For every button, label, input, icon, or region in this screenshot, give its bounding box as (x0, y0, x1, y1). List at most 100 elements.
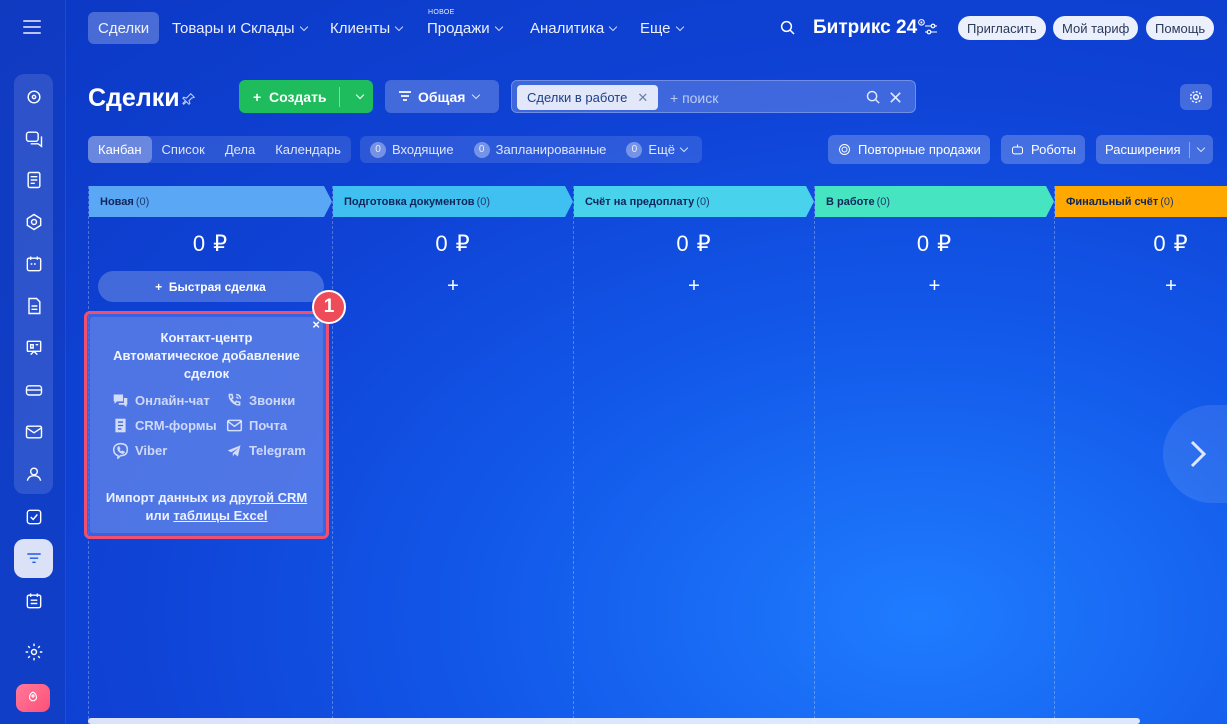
chat-bubble-icon (113, 394, 128, 408)
search-placeholder[interactable]: + поиск (670, 90, 718, 106)
add-deal-button[interactable]: + (333, 275, 573, 298)
tab-activities[interactable]: Дела (215, 136, 265, 163)
contact-center-promo-card: × Контакт-центр Автоматическое добавлени… (84, 311, 329, 539)
brand-logo[interactable]: Битрикс 24⊙ (813, 17, 926, 39)
form-icon (115, 418, 126, 433)
promo-title-line: Автоматическое добавление (113, 348, 300, 363)
counter-more[interactable]: 0 Ещё (626, 141, 689, 158)
create-button[interactable]: + Создать (239, 80, 373, 113)
source-viber[interactable]: Viber (112, 442, 167, 459)
add-deal-button[interactable]: + (815, 275, 1054, 298)
view-tabs: Канбан Список Дела Календарь (88, 136, 351, 163)
nav-analytics[interactable]: Аналитика (520, 12, 626, 44)
other-crm-link[interactable]: другой CRM (230, 490, 308, 505)
pin-icon[interactable] (182, 92, 196, 106)
extensions-button[interactable]: Расширения (1096, 135, 1213, 164)
counter-incoming[interactable]: 0 Входящие (370, 141, 454, 158)
sidebar-item-collab-icon[interactable] (14, 202, 53, 241)
rocket-icon[interactable] (16, 684, 50, 712)
counter-label: Ещё (648, 142, 676, 157)
invite-button[interactable]: Пригласить (958, 16, 1046, 40)
sidebar-item-mail-icon[interactable] (14, 412, 53, 451)
nav-clients[interactable]: Клиенты (320, 12, 412, 44)
nav-sales[interactable]: Продажи (417, 12, 512, 44)
stage-count: (0) (135, 195, 150, 208)
add-deal-button[interactable]: + (574, 275, 814, 298)
stage-sum: 0 ₽ (676, 231, 712, 256)
sidebar-item-docs-icon[interactable] (14, 286, 53, 325)
nav-label: Продажи (427, 19, 490, 37)
brand-settings-icon[interactable] (924, 23, 938, 35)
quick-deal-button[interactable]: + Быстрая сделка (97, 271, 324, 302)
repeat-sales-button[interactable]: Повторные продажи (828, 135, 990, 164)
phone-icon (228, 393, 242, 406)
source-label: Звонки (249, 393, 296, 408)
settings-gear-icon[interactable] (14, 632, 53, 671)
robots-button[interactable]: Роботы (1001, 135, 1086, 164)
tab-kanban[interactable]: Канбан (88, 136, 152, 163)
nav-label: Аналитика (530, 19, 605, 37)
stage-header[interactable]: Новая (0) (89, 186, 332, 217)
clear-icon[interactable] (888, 90, 903, 105)
sidebar-item-tasks-icon[interactable] (14, 497, 53, 536)
step-number-badge: 1 (312, 290, 346, 324)
source-label: CRM-формы (135, 418, 217, 433)
help-button[interactable]: Помощь (1146, 16, 1215, 40)
excel-link[interactable]: таблицы Excel (173, 508, 267, 523)
sidebar-item-calendar-icon[interactable] (14, 244, 53, 283)
sidebar-item-drive-icon[interactable] (14, 370, 53, 409)
add-deal-button[interactable]: + (1055, 275, 1227, 298)
import-prefix: Импорт данных из (105, 490, 226, 505)
stage-name: В работе (826, 195, 875, 208)
import-line: или таблицы Excel (87, 507, 326, 525)
viber-icon (112, 442, 129, 459)
filter-chip[interactable]: Сделки в работе ✕ (517, 85, 659, 110)
counter-badge: 0 (473, 141, 490, 158)
chevron-down-icon (394, 22, 404, 31)
robots-label: Роботы (1031, 142, 1077, 157)
source-label: Почта (249, 418, 288, 433)
page-title: Сделки (88, 84, 180, 112)
tab-calendar[interactable]: Календарь (265, 136, 351, 163)
sidebar-item-crm-icon[interactable] (14, 539, 53, 578)
kanban-column: Подготовка документов (0) 0 ₽ + (333, 186, 574, 724)
nav-more[interactable]: Еще (630, 12, 693, 44)
create-text: Создать (268, 88, 327, 105)
stage-header[interactable]: Финальный счёт (0) (1055, 186, 1227, 217)
chevron-down-icon[interactable] (1196, 143, 1205, 153)
stage-header[interactable]: Счёт на предоплату (0) (574, 186, 814, 217)
filter-preset-button[interactable]: Общая (385, 80, 499, 113)
sidebar-item-chat-icon[interactable] (14, 77, 53, 116)
source-telegram[interactable]: Telegram (226, 442, 306, 459)
import-or: или (145, 508, 170, 523)
sidebar-item-messenger-icon[interactable] (14, 118, 53, 157)
search-icon[interactable] (779, 19, 797, 37)
kanban-settings-button[interactable] (1180, 84, 1212, 110)
search-icon[interactable] (865, 89, 882, 106)
my-plan-button[interactable]: Мой тариф (1053, 16, 1139, 40)
sidebar-item-feed-icon[interactable] (14, 160, 53, 199)
search-filter-box[interactable]: Сделки в работе ✕ + поиск (511, 80, 916, 113)
nav-products-warehouses[interactable]: Товары и Склады (162, 12, 317, 44)
stage-header[interactable]: В работе (0) (815, 186, 1054, 217)
chevron-down-icon (472, 90, 481, 100)
source-crm-forms[interactable]: CRM-формы (112, 417, 217, 434)
stage-header[interactable]: Подготовка документов (0) (333, 186, 573, 217)
stage-count: (0) (696, 195, 710, 208)
menu-burger-icon[interactable] (23, 20, 41, 34)
source-online-chat[interactable]: Онлайн-чат (112, 392, 210, 409)
source-mail[interactable]: Почта (226, 417, 287, 434)
create-dropdown-chevron-icon[interactable] (340, 90, 373, 100)
sidebar-item-boards-icon[interactable] (14, 328, 53, 367)
sidebar-item-employees-icon[interactable] (14, 454, 53, 493)
sidebar-item-schedule-icon[interactable] (14, 581, 53, 620)
source-calls[interactable]: Звонки (226, 392, 295, 409)
stage-name: Финальный счёт (1066, 195, 1159, 208)
counter-planned[interactable]: 0 Запланированные (473, 141, 606, 158)
tab-list[interactable]: Список (152, 136, 215, 163)
chip-remove-icon[interactable]: ✕ (637, 90, 648, 106)
horizontal-scrollbar[interactable] (88, 718, 1140, 724)
gear-icon (1190, 91, 1202, 103)
brand-number: 24 (896, 17, 918, 38)
nav-deals[interactable]: Сделки (88, 12, 160, 44)
